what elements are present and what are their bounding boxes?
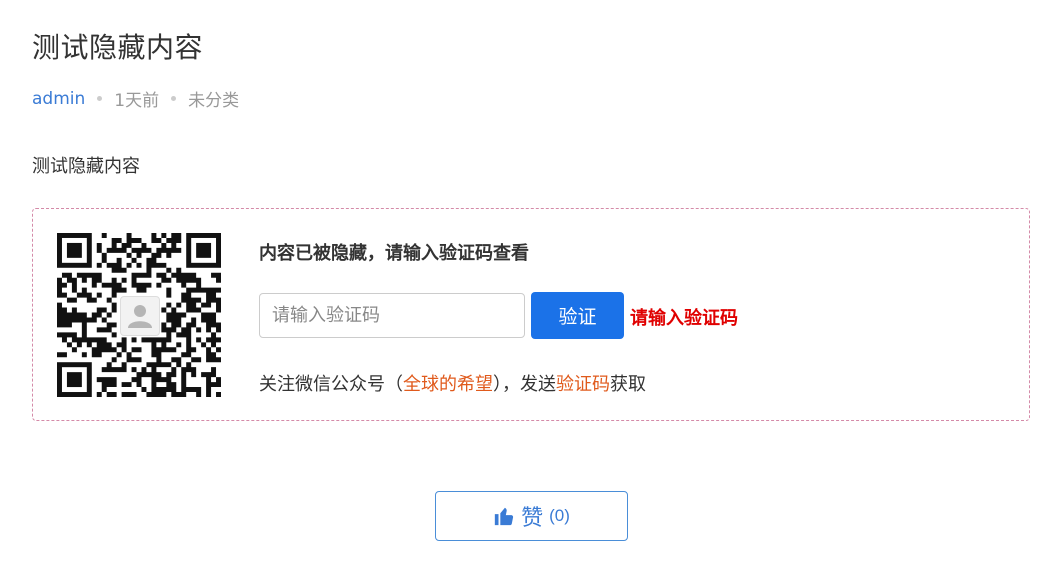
post-title: 测试隐藏内容 xyxy=(32,31,204,64)
like-count: (0) xyxy=(549,506,570,525)
hint-middle: ），发送 xyxy=(493,374,556,395)
wechat-hint: 关注微信公众号（全球的希望），发送验证码获取 xyxy=(259,370,646,396)
post-meta: admin 1天前 未分类 xyxy=(32,86,239,112)
post-time: 1天前 xyxy=(114,91,160,111)
post-category[interactable]: 未分类 xyxy=(188,86,239,111)
author-link[interactable]: admin xyxy=(32,89,85,109)
post-body: 测试隐藏内容 xyxy=(32,156,140,177)
meta-separator xyxy=(97,96,103,101)
hint-suffix: 获取 xyxy=(610,374,646,395)
like-button[interactable]: 赞 (0) xyxy=(435,491,628,541)
avatar-icon xyxy=(120,296,160,336)
like-label: 赞 xyxy=(521,505,544,530)
wechat-qr-code-icon xyxy=(57,233,221,397)
hint-prefix: 关注微信公众号（ xyxy=(259,374,403,395)
hint-code-word: 验证码 xyxy=(556,374,610,395)
error-message: 请输入验证码 xyxy=(630,308,738,329)
thumbs-up-icon xyxy=(494,507,514,526)
verify-button[interactable]: 验证 xyxy=(531,292,624,339)
meta-separator xyxy=(171,96,177,101)
hidden-prompt: 内容已被隐藏，请输入验证码查看 xyxy=(259,243,529,264)
hidden-content-box: 内容已被隐藏，请输入验证码查看 验证 请输入验证码 关注微信公众号（全球的希望）… xyxy=(32,208,1030,421)
verify-code-input[interactable] xyxy=(259,293,525,338)
wechat-account-name: 全球的希望 xyxy=(403,374,493,395)
